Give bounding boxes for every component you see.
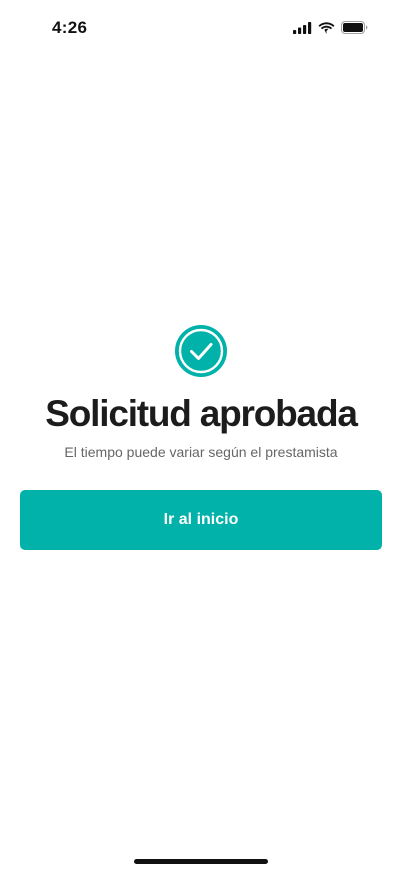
success-screen: 4:26 Solicitud aprobada El tiempo puede … bbox=[0, 0, 402, 874]
check-circle-icon bbox=[174, 324, 228, 378]
success-content: Solicitud aprobada El tiempo puede varia… bbox=[0, 324, 402, 550]
battery-icon bbox=[341, 21, 368, 34]
wifi-icon bbox=[318, 21, 335, 34]
page-subtitle: El tiempo puede variar según el prestami… bbox=[64, 444, 338, 460]
home-indicator[interactable] bbox=[134, 859, 268, 864]
go-home-button[interactable]: Ir al inicio bbox=[20, 490, 382, 550]
status-time: 4:26 bbox=[52, 18, 88, 37]
status-bar: 4:26 bbox=[0, 0, 402, 58]
page-title: Solicitud aprobada bbox=[45, 393, 358, 434]
status-icons bbox=[293, 21, 368, 34]
cellular-signal-icon bbox=[293, 21, 312, 34]
